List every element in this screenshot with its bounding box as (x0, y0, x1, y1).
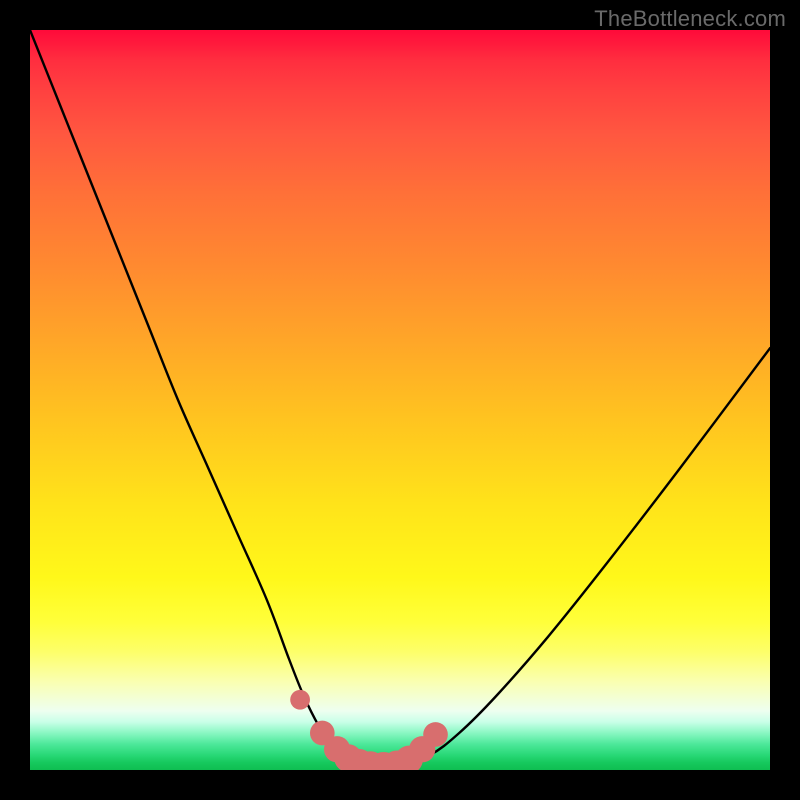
plot-area (30, 30, 770, 770)
marker-dot (423, 722, 448, 747)
chart-frame: TheBottleneck.com (0, 0, 800, 800)
watermark-text: TheBottleneck.com (594, 6, 786, 32)
curve-layer (30, 30, 770, 770)
bottleneck-curve (30, 30, 770, 766)
marker-dot (290, 690, 310, 710)
